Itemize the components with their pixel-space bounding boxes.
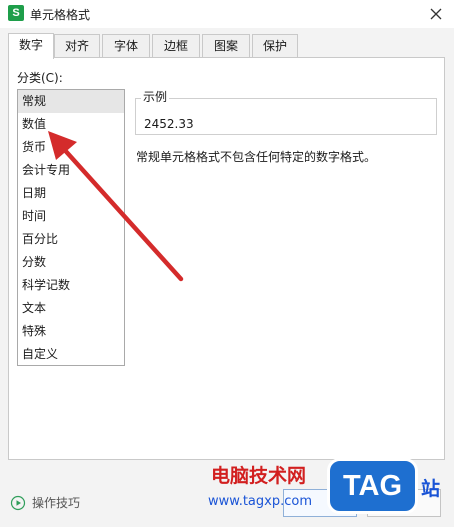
format-description: 常规单元格格式不包含任何特定的数字格式。 (136, 150, 377, 164)
category-item-special[interactable]: 特殊 (18, 320, 124, 343)
window-title: 单元格格式 (30, 8, 91, 22)
category-label: 分类(C): (17, 71, 63, 85)
category-list[interactable]: 常规 数值 货币 会计专用 日期 时间 百分比 分数 科学记数 文本 特殊 自定… (17, 89, 125, 366)
category-item-date[interactable]: 日期 (18, 182, 124, 205)
tips-label: 操作技巧 (32, 496, 81, 510)
sample-value: 2452.33 (144, 117, 194, 131)
category-item-number[interactable]: 数值 (18, 113, 124, 136)
tab-protection[interactable]: 保护 (252, 34, 298, 58)
tab-font[interactable]: 字体 (102, 34, 150, 58)
category-item-percentage[interactable]: 百分比 (18, 228, 124, 251)
app-icon: S (8, 5, 24, 21)
category-item-text[interactable]: 文本 (18, 297, 124, 320)
watermark-suffix: 站 (421, 478, 441, 500)
tab-alignment[interactable]: 对齐 (54, 34, 100, 58)
tab-border[interactable]: 边框 (152, 34, 200, 58)
sample-legend: 示例 (141, 90, 170, 104)
category-item-fraction[interactable]: 分数 (18, 251, 124, 274)
category-item-time[interactable]: 时间 (18, 205, 124, 228)
category-item-custom[interactable]: 自定义 (18, 343, 124, 366)
category-item-currency[interactable]: 货币 (18, 136, 124, 159)
category-item-accounting[interactable]: 会计专用 (18, 159, 124, 182)
close-button[interactable] (424, 2, 448, 26)
watermark-url: www.tagxp.com (208, 494, 312, 509)
tab-number[interactable]: 数字 (8, 33, 54, 59)
category-item-general[interactable]: 常规 (18, 90, 124, 113)
title-bar: S 单元格格式 (0, 0, 454, 28)
play-circle-icon (10, 495, 26, 511)
category-item-scientific[interactable]: 科学记数 (18, 274, 124, 297)
tab-pattern[interactable]: 图案 (202, 34, 250, 58)
close-icon (430, 8, 442, 20)
watermark-text: 电脑技术网 (211, 465, 307, 487)
watermark-tag-logo: TAG (327, 458, 418, 514)
number-format-panel: 分类(C): 常规 数值 货币 会计专用 日期 时间 百分比 分数 科学记数 文… (8, 57, 445, 460)
